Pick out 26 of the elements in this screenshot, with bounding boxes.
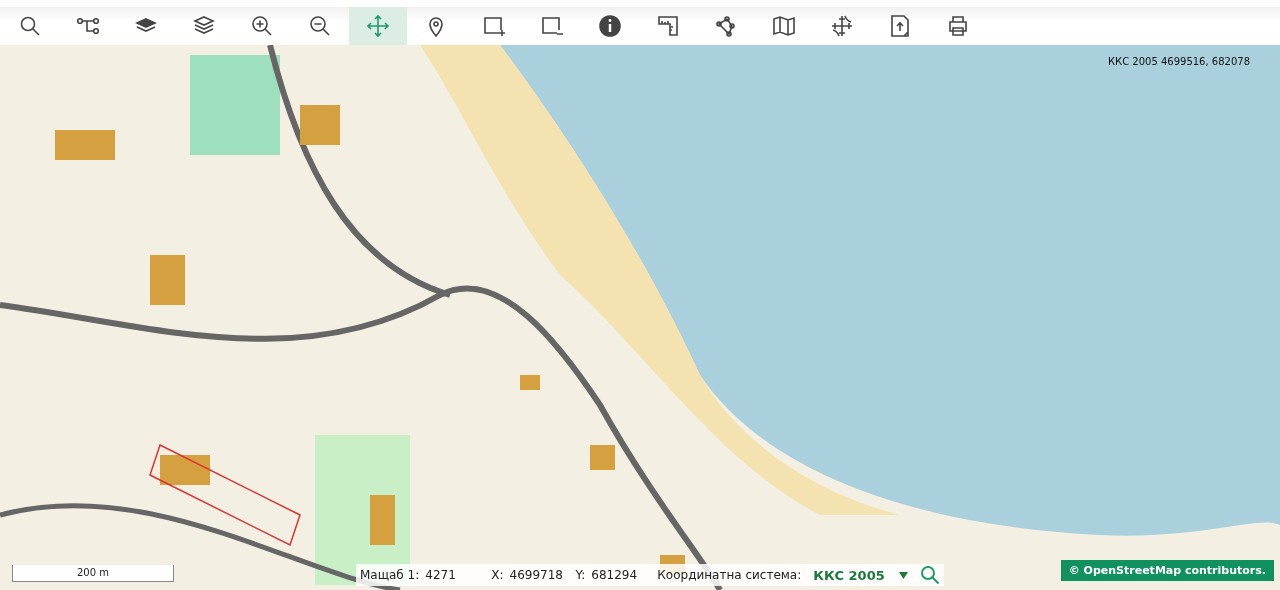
- scale-label: Мащаб 1:: [360, 568, 420, 582]
- polygon-icon: [714, 14, 738, 38]
- y-value: 681294: [591, 568, 639, 582]
- x-label: X:: [491, 568, 504, 582]
- crosshair-grid-icon: [830, 14, 854, 38]
- ruler-icon: [656, 14, 680, 38]
- info-icon: [598, 14, 622, 38]
- crs-label: Координатна система:: [657, 568, 802, 582]
- move-arrows-icon: [366, 14, 390, 38]
- zoom-out-icon: [308, 14, 332, 38]
- x-value: 4699718: [509, 568, 564, 582]
- crs-dropdown[interactable]: ККС 2005: [807, 567, 914, 583]
- scale-value: 4271: [425, 568, 457, 582]
- document-upload-icon: [888, 14, 912, 38]
- square-plus-icon: [482, 14, 506, 38]
- square-minus-icon: [540, 14, 564, 38]
- scale-bar: 200 m: [12, 565, 174, 582]
- y-label: Y:: [575, 568, 586, 582]
- search-icon: [18, 14, 42, 38]
- cursor-coordinates: ККС 2005 4699516, 682078: [1107, 56, 1250, 67]
- zoom-in-icon: [250, 14, 274, 38]
- folded-map-icon: [772, 14, 796, 38]
- caret-icon: [898, 571, 908, 579]
- search-icon[interactable]: [919, 565, 940, 585]
- printer-icon: [946, 14, 970, 38]
- attribution: © OpenStreetMap contributors.: [1060, 560, 1274, 581]
